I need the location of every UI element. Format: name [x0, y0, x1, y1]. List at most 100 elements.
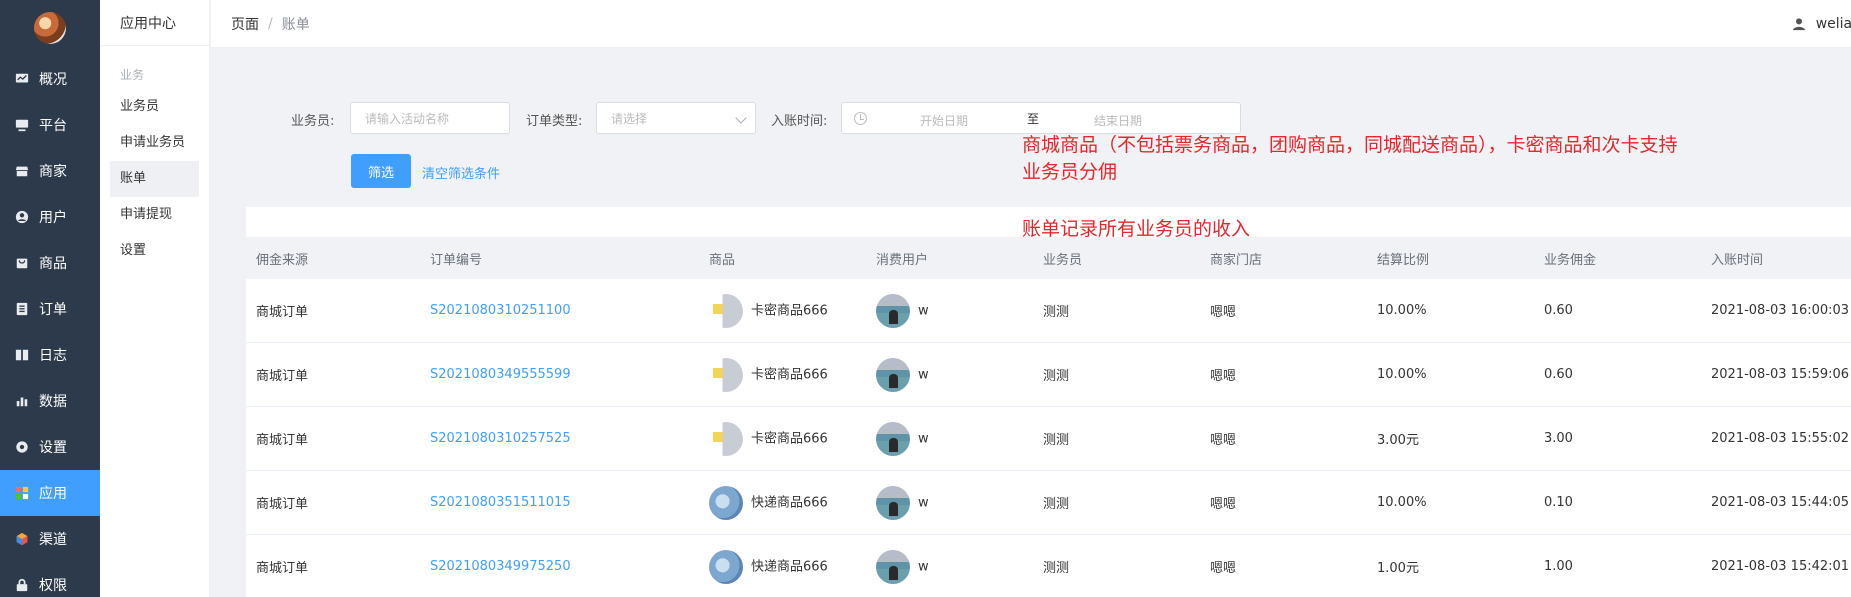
nav-item-channel[interactable]: 渠道: [0, 516, 100, 562]
commission-source: 商城订单: [256, 561, 309, 576]
breadcrumb-separator: /: [268, 15, 273, 32]
store-name: 嗯嗯: [1210, 305, 1237, 320]
avatar: [876, 357, 910, 392]
avatar: [876, 421, 910, 456]
clock-icon: [854, 112, 867, 125]
store-name: 嗯嗯: [1210, 369, 1237, 384]
goods-thumbnail: [709, 421, 743, 456]
store-name: 嗯嗯: [1210, 433, 1237, 448]
date-range-separator: 至: [1027, 112, 1040, 126]
app-logo[interactable]: [0, 0, 100, 56]
order-list-icon: [14, 301, 30, 317]
goods-thumbnail: [709, 549, 743, 584]
username: welian: [1815, 16, 1851, 32]
avatar: [876, 293, 910, 328]
nav-item-overview[interactable]: 概况: [0, 56, 100, 102]
entry-time: 2021-08-03 15:59:06: [1711, 367, 1850, 382]
nav-item-merchant[interactable]: 商家: [0, 148, 100, 194]
settle-ratio: 3.00元: [1377, 433, 1419, 448]
filter-button[interactable]: 筛选: [351, 154, 411, 188]
clear-filter-link[interactable]: 清空筛选条件: [422, 163, 500, 182]
nav-item-label: 概况: [39, 72, 67, 88]
avatar: [876, 549, 910, 584]
salesman-input[interactable]: 请输入活动名称: [350, 102, 510, 134]
consumer-name: w: [918, 495, 929, 510]
nav-item-label: 商家: [39, 164, 67, 180]
bill-table: 佣金来源 订单编号 商品 消费用户 业务员 商家门店 结算比例 业务佣金 入账时…: [246, 237, 1851, 597]
avatar: [876, 485, 910, 520]
subnav-item-settings[interactable]: 设置: [100, 233, 209, 269]
user-menu[interactable]: welian: [1792, 0, 1851, 48]
subnav-item-withdraw[interactable]: 申请提现: [100, 197, 209, 233]
monitor-chart-icon: [14, 71, 30, 87]
commission-source: 商城订单: [256, 305, 309, 320]
gear-icon: [14, 439, 30, 455]
consumer-cell: w: [876, 549, 929, 584]
lock-icon: [14, 577, 30, 593]
cube-icon: [14, 531, 30, 547]
nav-item-label: 商品: [39, 256, 67, 272]
breadcrumb-root[interactable]: 页面: [231, 14, 259, 34]
nav-item-platform[interactable]: 平台: [0, 102, 100, 148]
app-center-subnav: 应用中心 业务 业务员 申请业务员 账单 申请提现 设置: [100, 0, 210, 597]
header-goods: 商品: [709, 252, 736, 268]
commission-source: 商城订单: [256, 369, 309, 384]
nav-item-label: 渠道: [39, 532, 67, 548]
nav-item-label: 权限: [39, 578, 67, 594]
order-no-link[interactable]: S2021080310251100: [430, 303, 571, 318]
commission-amount: 1.00: [1544, 559, 1573, 574]
breadcrumb: 页面 / 账单: [211, 14, 310, 34]
goods-cell: 快递商品666: [709, 549, 828, 584]
commission-amount: 0.10: [1544, 495, 1573, 510]
order-type-select[interactable]: 请选择: [596, 102, 756, 134]
desktop-icon: [14, 117, 30, 133]
bar-chart-icon: [14, 393, 30, 409]
settle-ratio: 10.00%: [1377, 367, 1427, 382]
subnav-item-bill[interactable]: 账单: [110, 161, 199, 197]
table-row: 商城订单 S2021080310251100 卡密商品666 w 测测 嗯嗯 1…: [246, 279, 1851, 343]
order-no-link[interactable]: S2021080349975250: [430, 559, 571, 574]
book-icon: [14, 347, 30, 363]
goods-name: 快递商品666: [751, 495, 828, 510]
main-sidebar: 概况 平台 商家 用户 商品 订单 日志 数据 设置 应用 渠道 权限: [0, 0, 100, 597]
nav-item-goods[interactable]: 商品: [0, 240, 100, 286]
table-row: 商城订单 S2021080310257525 卡密商品666 w 测测 嗯嗯 3…: [246, 407, 1851, 471]
order-no-link[interactable]: S2021080310257525: [430, 431, 571, 446]
nav-item-apps[interactable]: 应用: [0, 470, 100, 516]
nav-item-label: 用户: [39, 210, 67, 226]
date-range-picker[interactable]: 开始日期 至 结束日期: [841, 102, 1241, 134]
nav-item-orders[interactable]: 订单: [0, 286, 100, 332]
consumer-cell: w: [876, 293, 929, 328]
top-header: 页面 / 账单 welian: [211, 0, 1851, 48]
header-commission-source: 佣金来源: [256, 252, 309, 268]
header-entry-time: 入账时间: [1711, 252, 1764, 268]
store-name: 嗯嗯: [1210, 497, 1237, 512]
store-name: 嗯嗯: [1210, 561, 1237, 576]
table-row: 商城订单 S2021080349975250 快递商品666 w 测测 嗯嗯 1…: [246, 535, 1851, 597]
nav-item-logs[interactable]: 日志: [0, 332, 100, 378]
salesman-label: 业务员:: [291, 114, 335, 129]
subnav-item-apply-salesman[interactable]: 申请业务员: [100, 125, 209, 161]
start-date-input[interactable]: 开始日期: [920, 112, 968, 129]
nav-item-label: 平台: [39, 118, 67, 134]
consumer-cell: w: [876, 485, 929, 520]
nav-item-settings[interactable]: 设置: [0, 424, 100, 470]
nav-item-data[interactable]: 数据: [0, 378, 100, 424]
nav-item-permission[interactable]: 权限: [0, 562, 100, 597]
end-date-input[interactable]: 结束日期: [1094, 112, 1142, 129]
goods-name: 快递商品666: [751, 559, 828, 574]
subnav-item-salesman[interactable]: 业务员: [100, 89, 209, 125]
goods-name: 卡密商品666: [751, 367, 828, 382]
header-salesman: 业务员: [1043, 252, 1083, 268]
salesman-name: 测测: [1043, 305, 1070, 320]
consumer-name: w: [918, 431, 929, 446]
order-no-link[interactable]: S2021080349555599: [430, 367, 571, 382]
salesman-name: 测测: [1043, 497, 1070, 512]
goods-cell: 卡密商品666: [709, 357, 828, 392]
nav-item-user[interactable]: 用户: [0, 194, 100, 240]
order-no-link[interactable]: S2021080351511015: [430, 495, 571, 510]
header-commission: 业务佣金: [1544, 252, 1597, 268]
nav-item-label: 订单: [39, 302, 67, 318]
settle-ratio: 10.00%: [1377, 495, 1427, 510]
goods-name: 卡密商品666: [751, 431, 828, 446]
